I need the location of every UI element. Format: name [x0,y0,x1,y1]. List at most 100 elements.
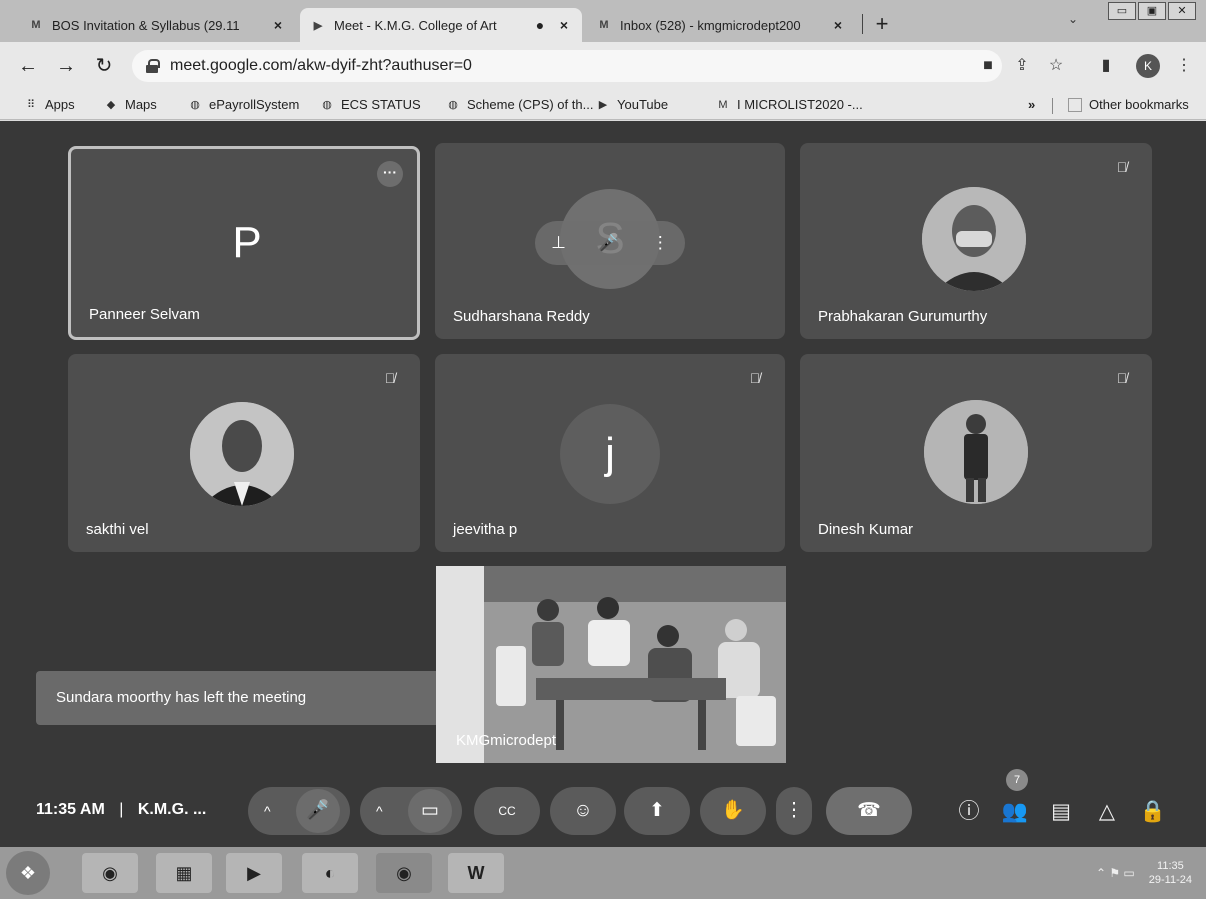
chrome-icon[interactable]: ◉ [376,853,432,893]
other-bookmarks[interactable]: Other bookmarks [1068,97,1189,112]
time-separator: | [119,801,124,818]
bookmark-microlist[interactable]: M I MICROLIST2020 -... [716,97,863,112]
bookmark-youtube[interactable]: ▶ YouTube [596,97,668,112]
participant-tile-sakthi-vel[interactable]: 🎙̸ sakthi vel [68,354,420,552]
globe-icon: ◍ [448,98,458,111]
audio-control-group: ^ 🎤 [248,787,350,835]
bookmark-label: ePayrollSystem [209,97,300,112]
lock-icon[interactable] [146,59,160,73]
close-icon[interactable]: × [830,17,846,33]
side-panel-icon[interactable]: ▮ [1096,56,1116,76]
video-options-button[interactable]: ^ [376,787,383,835]
file-explorer-icon[interactable]: ▦ [156,853,212,893]
tab-bos-invitation[interactable]: M BOS Invitation & Syllabus (29.11 × [18,8,296,42]
bookmark-label: Other bookmarks [1089,97,1189,112]
clock[interactable]: 11:35 29-11-24 [1149,859,1192,887]
participant-tile-panneer-selvam[interactable]: ··· P Panneer Selvam [68,146,420,340]
bookmark-maps[interactable]: ◆ Maps [104,97,157,112]
share-icon[interactable]: ⇪ [1012,56,1032,76]
tab-search-button[interactable]: ⌄ [1068,12,1078,26]
bookmark-ecs-status[interactable]: ◍ ECS STATUS [320,97,421,112]
minimize-button[interactable]: ▭ [1108,2,1136,20]
start-button[interactable]: ❖ [6,851,50,895]
profile-photo-icon [922,187,1026,291]
maps-pin-icon: ◆ [106,98,116,111]
participant-count-badge: 7 [1006,769,1028,791]
participant-tile-dinesh-kumar[interactable]: 🎙̸ Dinesh Kumar [800,354,1152,552]
bookmark-label: Apps [45,97,75,112]
bookmark-label: I MICROLIST2020 -... [737,97,863,112]
system-tray: ⌃ ⚑ ▭ 11:35 29-11-24 [1096,859,1192,887]
tab-label: BOS Invitation & Syllabus (29.11 [52,17,240,33]
forward-button[interactable]: → [52,52,80,80]
avatar [924,400,1028,504]
new-tab-button[interactable]: + [870,12,894,36]
media-player-icon[interactable]: ▶ [226,853,282,893]
word-icon[interactable]: W [448,853,504,893]
tab-label: Inbox (528) - kmgmicrodept200 [620,17,801,33]
captions-button[interactable]: CC [474,787,540,835]
host-controls-icon[interactable]: 🔒 [1138,797,1168,827]
bookmark-apps[interactable]: ⠿ Apps [24,97,75,112]
reload-button[interactable]: ↻ [90,52,118,80]
more-options-button[interactable]: ⋮ [776,787,812,835]
mic-icon[interactable]: 🎤 [598,233,619,253]
youtube-icon: ▶ [598,98,608,111]
more-options-icon[interactable]: ⋮ [652,233,669,253]
participant-name: Sudharshana Reddy [453,308,590,325]
profile-photo-icon [190,402,294,506]
bookmark-star-icon[interactable]: ☆ [1046,56,1066,76]
present-screen-button[interactable]: ⬆ [624,787,690,835]
mic-off-icon: 🎙̸ [384,370,396,386]
camera-button[interactable]: ▭ [408,789,452,833]
participant-tile-sudharshana-reddy[interactable]: S ⊥ 🎤 ⋮ Sudharshana Reddy [435,143,785,339]
tab-inbox[interactable]: M Inbox (528) - kmgmicrodept200 × [586,8,856,42]
gmail-icon: M [31,19,41,31]
camera-in-use-icon[interactable]: ■ [978,56,998,76]
self-video-tile[interactable]: KMGmicrodept [436,566,786,763]
participant-tile-jeevitha-p[interactable]: 🎙̸ j jeevitha p [435,354,785,552]
profile-avatar[interactable]: K [1136,54,1160,78]
bookmarks-overflow-button[interactable]: » [1028,97,1035,112]
mic-off-icon: 🎙̸ [1116,370,1128,386]
avatar [922,187,1026,291]
avatar: j [560,404,660,504]
close-icon[interactable]: × [556,17,572,33]
firefox-icon[interactable]: ◐ [302,853,358,893]
participant-tile-prabhakaran-gurumurthy[interactable]: 🎙̸ Prabhakaran Gurumurthy [800,143,1152,339]
participant-name: Prabhakaran Gurumurthy [818,308,988,325]
meeting-info-icon[interactable]: ⓘ [954,797,984,827]
meeting-time-and-name: 11:35 AM | K.M.G. ... [36,801,206,819]
microphone-button[interactable]: 🎤 [296,789,340,833]
browser-menu-icon[interactable]: ⋮ [1174,56,1194,76]
more-options-icon[interactable]: ··· [377,161,403,187]
maximize-button[interactable]: ▣ [1138,2,1166,20]
meeting-time: 11:35 AM [36,801,105,818]
close-window-button[interactable]: ✕ [1168,2,1196,20]
audio-options-button[interactable]: ^ [264,787,271,835]
address-bar[interactable]: meet.google.com/akw-dyif-zht?authuser=0 [132,50,1002,82]
apps-grid-icon: ⠿ [26,98,36,111]
end-call-button[interactable]: ☎ [826,787,912,835]
url-text: meet.google.com/akw-dyif-zht?authuser=0 [170,57,472,74]
tab-separator [862,14,863,34]
back-button[interactable]: ← [14,52,42,80]
participant-name: sakthi vel [86,521,149,538]
activities-icon[interactable]: △ [1092,797,1122,827]
globe-icon: ◍ [322,98,332,111]
emoji-reaction-button[interactable]: ☺ [550,787,616,835]
bookmark-label: YouTube [617,97,669,112]
tab-meet[interactable]: ▶ Meet - K.M.G. College of Art ● × [300,8,582,42]
bookmark-scheme-cps[interactable]: ◍ Scheme (CPS) of th... [446,97,593,112]
people-icon[interactable]: 👥 [1000,797,1030,827]
chrome-icon[interactable]: ◉ [82,853,138,893]
close-icon[interactable]: × [270,17,286,33]
bookmark-epayroll[interactable]: ◍ ePayrollSystem [188,97,299,112]
taskbar: ❖ ◉ ▦ ▶ ◐ ◉ W ⌃ ⚑ ▭ 11:35 29-11-24 [0,847,1206,899]
chat-icon[interactable]: ▤ [1046,797,1076,827]
profile-photo-icon [924,400,1028,504]
participant-name: jeevitha p [453,521,518,538]
raise-hand-button[interactable]: ✋ [700,787,766,835]
pin-icon[interactable]: ⊥ [551,233,566,253]
tray-icons[interactable]: ⌃ ⚑ ▭ [1096,866,1135,880]
